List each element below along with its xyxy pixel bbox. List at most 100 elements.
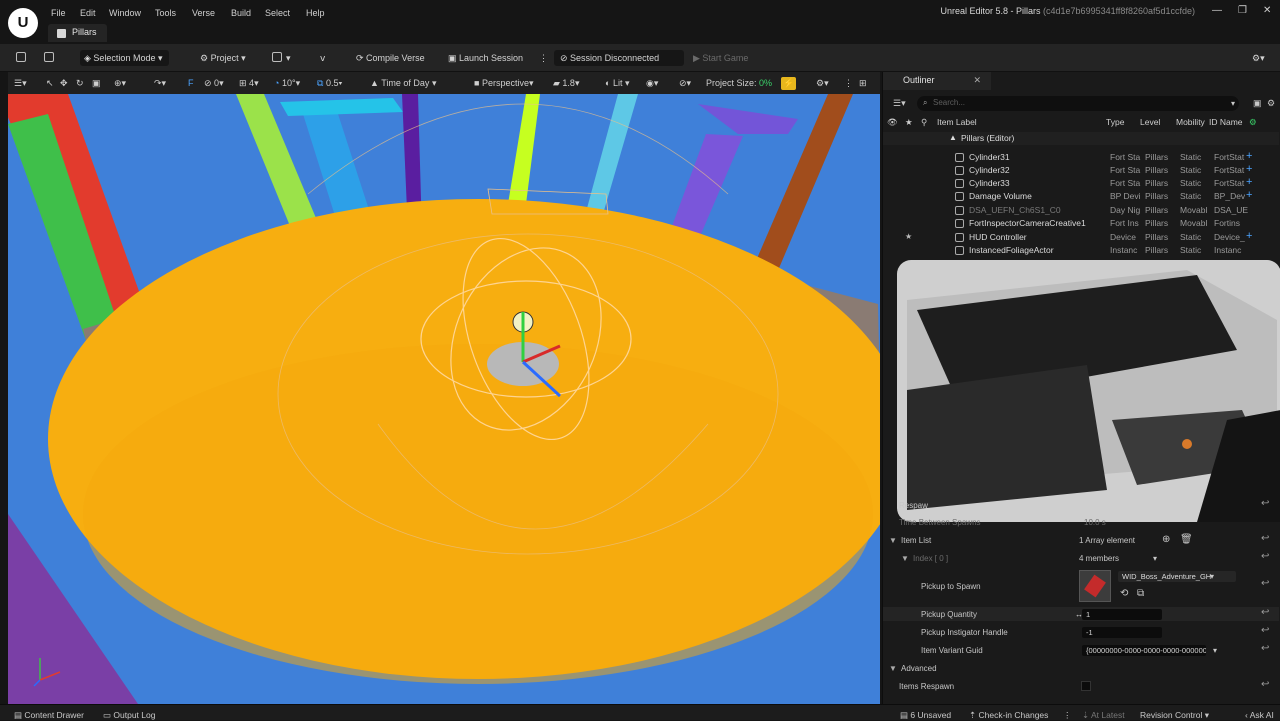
lit-dropdown[interactable]: ◐ Lit ▾ [605,77,629,90]
camera-speed-dropdown[interactable]: ▰ 1.8▾ [553,77,579,90]
menu-tools[interactable]: Tools [155,8,176,18]
viewport-menu-icon[interactable]: ☰▾ [14,77,27,90]
columns-options-icon[interactable]: ⚙ [1249,117,1257,128]
pickup-quantity-input[interactable]: 1 [1082,609,1162,620]
outliner-root-row[interactable]: ▲ Pillars (Editor) [883,132,1279,145]
pickup-asset-dropdown[interactable]: WID_Boss_Adventure_GH [1118,571,1236,582]
menu-edit[interactable]: Edit [80,8,96,18]
reset-icon[interactable]: ↩ [1261,643,1269,654]
column-level[interactable]: Level [1140,117,1160,127]
scale-tool-icon[interactable]: ▣ [92,77,101,90]
content-drawer-button[interactable]: ▤ Content Drawer [14,710,84,721]
rotate-snap-dropdown[interactable]: ⊘ 0▾ [204,77,224,90]
maximize-icon[interactable]: ❐ [1238,5,1247,16]
outliner-tab[interactable]: Outliner ✕ [883,72,991,90]
translate-tool-icon[interactable]: ✥ [60,77,68,90]
more-options-icon[interactable]: ⋮ [539,50,548,66]
grid-snap-dropdown[interactable]: ⊞ 4▾ [239,77,259,90]
close-window-icon[interactable]: ✕ [1263,5,1271,16]
menu-file[interactable]: File [51,8,66,18]
add-actor-dropdown[interactable]: ▾ [272,50,291,66]
rotate-tool-icon[interactable]: ↻ [76,77,84,90]
outliner-search-input[interactable]: Search... [917,96,1239,111]
selection-mode-dropdown[interactable]: ◈ Selection Mode ▾ [80,50,169,66]
chevron-down-icon[interactable]: ▾ [1210,572,1214,581]
time-of-day-dropdown[interactable]: ▲ Time of Day ▾ [370,77,436,90]
reset-icon[interactable]: ↩ [1261,625,1269,636]
column-mobility[interactable]: Mobility [1176,117,1205,127]
reset-icon[interactable]: ↩ [1261,607,1269,618]
chevron-down-icon[interactable]: ▾ [1153,554,1157,563]
launch-session-button[interactable]: ▣ Launch Session [448,50,523,66]
column-item-label[interactable]: Item Label [937,117,977,127]
outliner-row[interactable]: InstancedFoliageActor Instanc Pillars Stati… [883,245,1279,258]
ask-ai-button[interactable]: ‹ Ask AI [1245,710,1274,720]
chevron-down-icon[interactable]: ▾ [1213,646,1217,655]
output-log-button[interactable]: ▭ Output Log [103,710,155,721]
outliner-row[interactable]: ★ HUD Controller Device Pillars Static Device… [883,230,1279,245]
item-variant-guid-input[interactable]: {00000000-0000-0000-0000-00000000 [1082,645,1206,656]
level-viewport[interactable] [8,94,880,704]
angle-snap-dropdown[interactable]: ◔ 10°▾ [274,77,300,90]
outliner-row[interactable]: DSA_UEFN_Ch6S1_C0 Day Nig Pillars Movabl DSA… [883,205,1279,218]
close-tab-icon[interactable]: ✕ [973,75,981,86]
viewport-more-icon[interactable]: ⋮ [844,77,853,90]
revision-control-button[interactable]: Revision Control ▾ [1140,710,1209,721]
menu-select[interactable]: Select [265,8,290,18]
reset-icon[interactable]: ↩ [1261,533,1269,544]
menu-help[interactable]: Help [306,8,325,18]
perspective-dropdown[interactable]: ■ Perspective▾ [474,77,534,90]
menu-verse[interactable]: Verse [192,8,215,18]
document-tab-pillars[interactable]: Pillars [48,24,107,42]
viewport-settings-icon[interactable]: ⚙▾ [816,77,829,90]
reset-icon[interactable]: ↩ [1261,679,1269,690]
browse-icon[interactable] [44,50,58,66]
add-folder-icon[interactable]: ▣ [1253,98,1262,109]
scale-snap-dropdown[interactable]: ⧉ 0.5▾ [317,77,342,90]
select-tool-icon[interactable]: ↖ [46,77,54,90]
outliner-row[interactable]: Cylinder33 Fort Sta Pillars Static FortStat + [883,176,1279,191]
pin-column-icon[interactable]: ⚲ [921,117,927,128]
performance-icon[interactable]: ⊘▾ [679,77,691,90]
outliner-row[interactable]: FortInspectorCameraCreative1 Fort Ins Pill… [883,218,1279,231]
expand-arrow-icon[interactable]: ▼ [901,554,909,563]
settings-icon[interactable]: ⚙▾ [1252,50,1265,66]
outliner-settings-icon[interactable]: ⚙ [1267,98,1275,109]
search-options-icon[interactable]: ▾ [1231,99,1235,108]
project-dropdown[interactable]: ⚙ Project ▾ [200,50,246,66]
reset-icon[interactable]: ↩ [1261,551,1269,562]
pickup-instigator-input[interactable]: -1 [1082,627,1162,638]
unsaved-button[interactable]: ▤ 6 Unsaved [900,710,951,721]
layout-icon[interactable]: ⊞ [859,77,867,90]
verse-icon[interactable]: ⅴ [320,50,325,66]
add-element-icon[interactable]: ⊕ [1162,534,1170,545]
minimize-icon[interactable]: — [1212,5,1222,16]
snap-toggle-icon[interactable]: F [188,77,194,90]
use-selected-icon[interactable]: ⟲ [1120,588,1128,599]
browse-asset-icon[interactable]: ⧉ [1137,588,1144,599]
compile-verse-button[interactable]: ⟳ Compile Verse [356,50,425,66]
reset-icon[interactable]: ↩ [1261,578,1269,589]
world-space-icon[interactable]: ⊕▾ [114,77,126,90]
menu-build[interactable]: Build [231,8,251,18]
column-type[interactable]: Type [1106,117,1124,127]
filter-icon[interactable]: ☰▾ [893,98,906,109]
delete-icon[interactable]: 🗑 [1180,534,1193,545]
expand-arrow-icon[interactable]: ▼ [889,536,897,545]
favorite-column-icon[interactable]: ★ [905,117,913,128]
outliner-row[interactable]: Cylinder31 Fort Sta Pillars Static FortStat + [883,150,1279,165]
expand-arrow-icon[interactable]: ▼ [889,664,897,673]
outliner-row[interactable]: Cylinder32 Fort Sta Pillars Static FortStat + [883,163,1279,178]
check-in-button[interactable]: ⇡ Check-in Changes [969,710,1048,721]
menu-window[interactable]: Window [109,8,141,18]
surface-snap-icon[interactable]: ↷▾ [154,77,166,90]
save-icon[interactable] [16,50,30,66]
realtime-warning-icon[interactable]: ⚡ [781,77,797,90]
start-game-button[interactable]: ▶ Start Game [693,50,748,66]
visibility-column-icon[interactable]: 👁 [887,117,898,128]
reset-icon[interactable]: ↩ [1261,498,1269,509]
outliner-row[interactable]: Damage Volume BP Devi Pillars Static BP_Dev + [883,189,1279,204]
items-respawn-checkbox[interactable] [1081,681,1091,691]
status-more-icon[interactable]: ⋮ [1063,710,1072,721]
pickup-thumbnail[interactable] [1079,570,1111,602]
